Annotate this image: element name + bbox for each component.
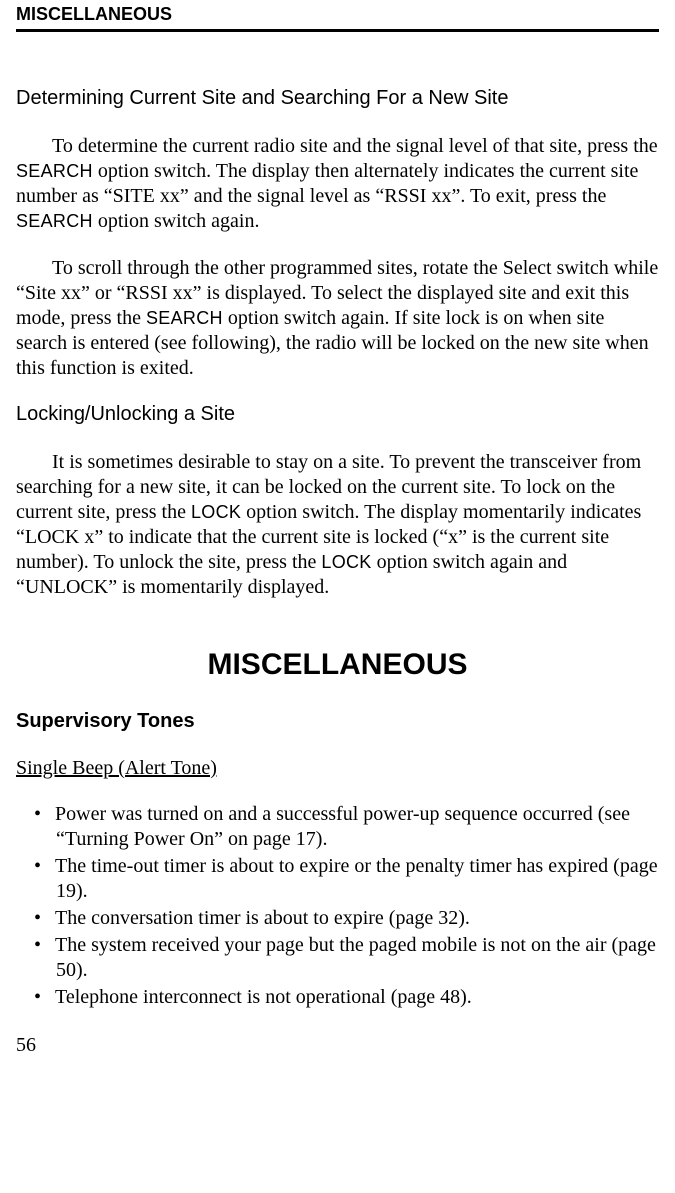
text-run: option switch. The display then alternat… <box>16 160 638 207</box>
heading-locking-site: Locking/Unlocking a Site <box>16 403 659 426</box>
paragraph-determine-2: To scroll through the other programmed s… <box>16 256 659 381</box>
list-item: Telephone interconnect is not operationa… <box>34 985 659 1010</box>
list-item: Power was turned on and a successful pow… <box>34 802 659 852</box>
list-item: The time-out timer is about to expire or… <box>34 854 659 904</box>
list-item: The system received your page but the pa… <box>34 933 659 983</box>
bullet-list-single-beep: Power was turned on and a successful pow… <box>16 802 659 1010</box>
heading-single-beep: Single Beep (Alert Tone) <box>16 757 217 780</box>
option-switch-label: LOCK <box>191 502 241 522</box>
page-container: MISCELLANEOUS Determining Current Site a… <box>0 0 675 1067</box>
running-head: MISCELLANEOUS <box>16 0 659 27</box>
text-run: To determine the current radio site and … <box>52 135 658 157</box>
list-item: The conversation timer is about to expir… <box>34 906 659 931</box>
heading-supervisory-tones: Supervisory Tones <box>16 710 659 733</box>
text-run: option switch again. <box>93 210 260 232</box>
heading-determining-site: Determining Current Site and Searching F… <box>16 87 659 110</box>
option-switch-label: LOCK <box>321 552 371 572</box>
page-number: 56 <box>16 1034 659 1057</box>
option-switch-label: SEARCH <box>16 161 93 181</box>
section-title-miscellaneous: MISCELLANEOUS <box>16 648 659 682</box>
option-switch-label: SEARCH <box>16 211 93 231</box>
option-switch-label: SEARCH <box>146 308 223 328</box>
header-rule <box>16 29 659 32</box>
paragraph-lock: It is sometimes desirable to stay on a s… <box>16 450 659 600</box>
paragraph-determine-1: To determine the current radio site and … <box>16 134 659 234</box>
